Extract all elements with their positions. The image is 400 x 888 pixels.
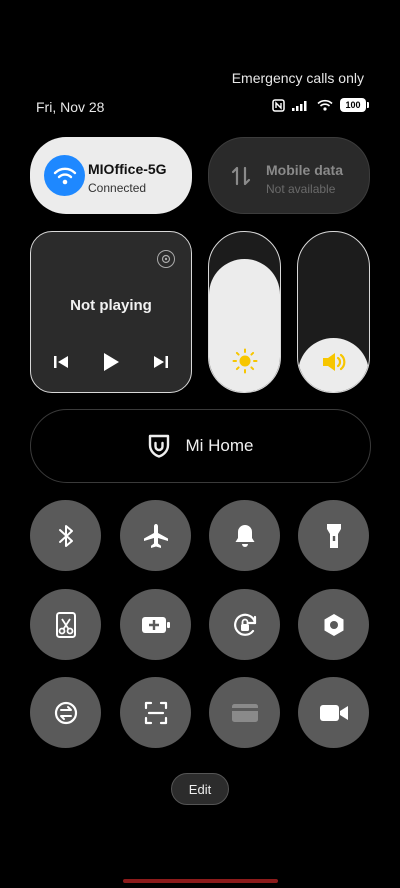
wifi-status-icon bbox=[317, 99, 333, 111]
battery-saver-toggle[interactable] bbox=[120, 589, 191, 660]
scanner-icon bbox=[144, 701, 167, 724]
mobile-data-status: Not available bbox=[266, 182, 336, 196]
rotation-lock-icon bbox=[233, 613, 256, 636]
next-icon[interactable] bbox=[153, 354, 169, 370]
volume-slider[interactable] bbox=[297, 231, 370, 393]
airplane-toggle[interactable] bbox=[120, 500, 191, 571]
card-toggle[interactable] bbox=[209, 677, 280, 748]
wifi-toggle[interactable] bbox=[44, 155, 85, 196]
bluetooth-toggle[interactable] bbox=[30, 500, 101, 571]
ringer-toggle[interactable] bbox=[209, 500, 280, 571]
play-icon[interactable] bbox=[102, 352, 120, 372]
screenshot-toggle[interactable] bbox=[30, 589, 101, 660]
nfc-icon bbox=[272, 98, 285, 112]
battery-saver-icon bbox=[141, 616, 170, 633]
screen-recorder-toggle[interactable] bbox=[298, 677, 369, 748]
video-icon bbox=[319, 704, 348, 721]
mobile-data-tile[interactable]: Mobile data Not available bbox=[208, 137, 370, 214]
carrier-status: Emergency calls only bbox=[231, 70, 364, 86]
sun-icon bbox=[232, 348, 257, 374]
media-controls bbox=[53, 352, 169, 372]
sync-icon bbox=[54, 701, 77, 724]
wifi-network-name: MIOffice-5G bbox=[88, 161, 167, 177]
settings-toggle[interactable] bbox=[298, 589, 369, 660]
date-label: Fri, Nov 28 bbox=[36, 99, 105, 115]
settings-icon bbox=[324, 613, 343, 636]
screenshot-icon bbox=[55, 611, 76, 638]
wifi-icon bbox=[53, 167, 76, 184]
speaker-icon bbox=[322, 353, 345, 371]
brightness-slider[interactable] bbox=[208, 231, 281, 393]
signal-icon bbox=[292, 101, 307, 111]
sync-toggle[interactable] bbox=[30, 677, 101, 748]
battery-icon: 100 bbox=[340, 98, 369, 112]
bell-icon bbox=[235, 524, 254, 547]
airplane-icon bbox=[143, 523, 168, 548]
media-player[interactable]: Not playing bbox=[30, 231, 192, 393]
flashlight-icon bbox=[326, 523, 341, 548]
mobile-data-label: Mobile data bbox=[266, 162, 344, 178]
card-icon bbox=[231, 703, 258, 722]
previous-icon[interactable] bbox=[53, 354, 69, 370]
scanner-toggle[interactable] bbox=[120, 677, 191, 748]
mi-home-tile[interactable]: Mi Home bbox=[30, 409, 371, 483]
flashlight-toggle[interactable] bbox=[298, 500, 369, 571]
edit-button[interactable]: Edit bbox=[171, 773, 229, 805]
wifi-tile[interactable]: MIOffice-5G Connected bbox=[30, 137, 192, 214]
home-indicator[interactable] bbox=[123, 879, 278, 883]
rotation-lock-toggle[interactable] bbox=[209, 589, 280, 660]
status-icons: 100 bbox=[272, 98, 369, 112]
bluetooth-icon bbox=[58, 524, 73, 547]
mi-home-label: Mi Home bbox=[185, 436, 254, 455]
mobile-data-icon bbox=[231, 166, 251, 186]
mi-home-icon bbox=[149, 434, 170, 458]
cast-icon[interactable] bbox=[157, 250, 175, 268]
wifi-status: Connected bbox=[88, 181, 147, 195]
media-title: Not playing bbox=[70, 297, 152, 314]
